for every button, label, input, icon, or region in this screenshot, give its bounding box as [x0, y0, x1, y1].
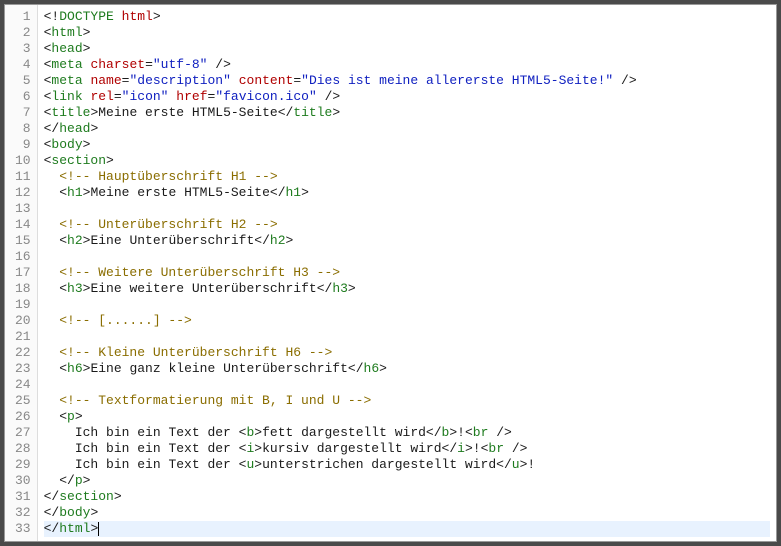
code-line[interactable]: <!-- Hauptüberschrift H1 -->: [44, 169, 770, 185]
line-number: 17: [15, 265, 31, 281]
line-number: 32: [15, 505, 31, 521]
line-number: 4: [15, 57, 31, 73]
code-line[interactable]: <head>: [44, 41, 770, 57]
code-line[interactable]: <!-- Weitere Unterüberschrift H3 -->: [44, 265, 770, 281]
code-line[interactable]: [44, 377, 770, 393]
code-line[interactable]: <!-- Unterüberschrift H2 -->: [44, 217, 770, 233]
code-line[interactable]: <section>: [44, 153, 770, 169]
line-number: 24: [15, 377, 31, 393]
code-area[interactable]: <!DOCTYPE html><html><head><meta charset…: [38, 5, 776, 541]
line-number: 13: [15, 201, 31, 217]
line-number: 22: [15, 345, 31, 361]
code-line[interactable]: [44, 201, 770, 217]
line-number: 33: [15, 521, 31, 537]
code-line[interactable]: <p>: [44, 409, 770, 425]
code-line[interactable]: <h2>Eine Unterüberschrift</h2>: [44, 233, 770, 249]
editor-frame: 1234567891011121314151617181920212223242…: [0, 0, 781, 546]
line-number-gutter: 1234567891011121314151617181920212223242…: [5, 5, 38, 541]
code-line[interactable]: <h3>Eine weitere Unterüberschrift</h3>: [44, 281, 770, 297]
code-line[interactable]: </section>: [44, 489, 770, 505]
code-line[interactable]: </body>: [44, 505, 770, 521]
code-line[interactable]: <html>: [44, 25, 770, 41]
line-number: 15: [15, 233, 31, 249]
line-number: 30: [15, 473, 31, 489]
code-line[interactable]: <!-- [......] -->: [44, 313, 770, 329]
line-number: 1: [15, 9, 31, 25]
code-editor[interactable]: 1234567891011121314151617181920212223242…: [4, 4, 777, 542]
line-number: 6: [15, 89, 31, 105]
line-number: 27: [15, 425, 31, 441]
line-number: 29: [15, 457, 31, 473]
code-line[interactable]: [44, 297, 770, 313]
line-number: 2: [15, 25, 31, 41]
line-number: 19: [15, 297, 31, 313]
line-number: 16: [15, 249, 31, 265]
text-cursor: [98, 522, 99, 536]
line-number: 28: [15, 441, 31, 457]
code-line[interactable]: <link rel="icon" href="favicon.ico" />: [44, 89, 770, 105]
line-number: 31: [15, 489, 31, 505]
code-line[interactable]: </html>: [44, 521, 770, 537]
code-line[interactable]: </head>: [44, 121, 770, 137]
code-line[interactable]: <h6>Eine ganz kleine Unterüberschrift</h…: [44, 361, 770, 377]
code-line[interactable]: Ich bin ein Text der <b>fett dargestellt…: [44, 425, 770, 441]
code-line[interactable]: </p>: [44, 473, 770, 489]
code-line[interactable]: <!-- Kleine Unterüberschrift H6 -->: [44, 345, 770, 361]
line-number: 10: [15, 153, 31, 169]
line-number: 5: [15, 73, 31, 89]
line-number: 9: [15, 137, 31, 153]
code-line[interactable]: <body>: [44, 137, 770, 153]
code-line[interactable]: <!DOCTYPE html>: [44, 9, 770, 25]
line-number: 12: [15, 185, 31, 201]
line-number: 21: [15, 329, 31, 345]
code-line[interactable]: <!-- Textformatierung mit B, I und U -->: [44, 393, 770, 409]
code-line[interactable]: <meta name="description" content="Dies i…: [44, 73, 770, 89]
line-number: 23: [15, 361, 31, 377]
code-line[interactable]: <h1>Meine erste HTML5-Seite</h1>: [44, 185, 770, 201]
code-line[interactable]: <title>Meine erste HTML5-Seite</title>: [44, 105, 770, 121]
line-number: 26: [15, 409, 31, 425]
line-number: 14: [15, 217, 31, 233]
line-number: 7: [15, 105, 31, 121]
line-number: 8: [15, 121, 31, 137]
line-number: 3: [15, 41, 31, 57]
code-line[interactable]: [44, 249, 770, 265]
line-number: 18: [15, 281, 31, 297]
line-number: 20: [15, 313, 31, 329]
code-line[interactable]: Ich bin ein Text der <i>kursiv dargestel…: [44, 441, 770, 457]
line-number: 25: [15, 393, 31, 409]
code-line[interactable]: <meta charset="utf-8" />: [44, 57, 770, 73]
line-number: 11: [15, 169, 31, 185]
code-line[interactable]: Ich bin ein Text der <u>unterstrichen da…: [44, 457, 770, 473]
code-line[interactable]: [44, 329, 770, 345]
